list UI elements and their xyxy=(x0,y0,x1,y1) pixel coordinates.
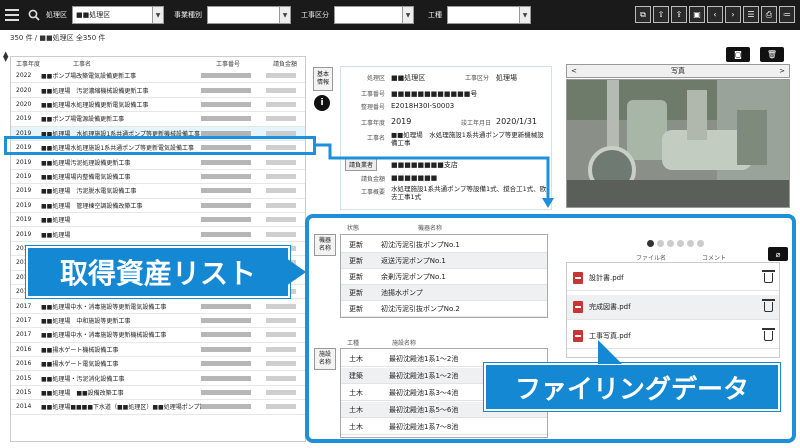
file-name[interactable]: 完成図書.pdf xyxy=(589,302,631,312)
pdf-icon xyxy=(573,330,583,342)
con-name: 最初沈殿池1系3〜4池 xyxy=(389,388,459,397)
eq-name: 池揚水ポンプ xyxy=(381,288,423,297)
eq-status: 更新 xyxy=(349,304,363,313)
eq-name: 余剰汚泥ポンプNo.1 xyxy=(381,272,446,281)
facility-name-button[interactable]: 施設 名称 xyxy=(314,348,336,370)
file-row[interactable]: 完成図書.pdf xyxy=(567,295,779,320)
equipment-list: 更新 初沈汚泥引抜ポンプNo.1 更新 返送汚泥ポンプNo.1 更新 余剰汚泥ポンプNo.… xyxy=(340,234,548,318)
photo-next-button[interactable]: > xyxy=(779,67,785,75)
eq-col-name: 機器名称 xyxy=(418,225,443,232)
pdf-icon xyxy=(573,301,583,313)
file-col-name: ファイル名 xyxy=(636,255,667,262)
attach-icon[interactable]: ⌀ xyxy=(768,247,788,261)
list-item[interactable]: 更新 初沈汚泥引抜ポンプNo.1 xyxy=(341,237,547,253)
eq-col-status: 状態 xyxy=(347,225,360,232)
list-item[interactable]: 更新 返送汚泥ポンプNo.1 xyxy=(341,253,547,269)
eq-status: 更新 xyxy=(349,288,363,297)
con-name: 最初沈殿池1系5〜6池 xyxy=(389,405,459,414)
file-row[interactable]: 設計書.pdf xyxy=(567,266,779,291)
photo-header: < 写真 > xyxy=(566,64,790,78)
file-name[interactable]: 設計書.pdf xyxy=(589,273,624,283)
eq-status: 更新 xyxy=(349,272,363,281)
eq-name: 初沈汚泥引抜ポンプNo.1 xyxy=(381,240,460,249)
con-name: 最初沈殿池1系7〜8池 xyxy=(389,422,459,431)
list-item[interactable]: 更新 初沈汚泥引抜ポンプNo.2 xyxy=(341,301,547,317)
delete-photo-icon[interactable]: 🗑 xyxy=(760,47,784,62)
photo-title: 写真 xyxy=(671,67,685,75)
camera-icon[interactable]: ◙ xyxy=(726,47,750,62)
eq-name: 初沈汚泥引抜ポンプNo.2 xyxy=(381,304,460,313)
trash-icon[interactable] xyxy=(762,328,775,341)
con-type: 土木 xyxy=(349,388,363,397)
callout-asset-list: 取得資産リスト xyxy=(26,246,290,298)
con-col-name: 施設名称 xyxy=(392,340,417,347)
trash-icon[interactable] xyxy=(762,270,775,283)
con-type: 土木 xyxy=(349,405,363,414)
callout-arrow xyxy=(598,340,622,364)
con-type: 建築 xyxy=(349,371,363,380)
con-col-type: 工種 xyxy=(347,340,360,347)
pump-photo-illustration xyxy=(567,80,789,207)
con-name: 最初沈殿池1系1〜2池 xyxy=(389,354,459,363)
trash-icon[interactable] xyxy=(762,299,775,312)
con-name: 最初沈殿池1系1〜2池 xyxy=(389,371,459,380)
photo-prev-button[interactable]: < xyxy=(571,67,577,75)
equipment-name-button[interactable]: 機器 名称 xyxy=(314,234,336,256)
callout-arrow xyxy=(286,258,306,286)
equipment-photo[interactable] xyxy=(566,79,790,208)
eq-name: 返送汚泥ポンプNo.1 xyxy=(381,256,446,265)
list-item[interactable]: 土木 最初沈殿池1系7〜8池 xyxy=(341,419,547,435)
file-col-comment: コメント xyxy=(702,255,727,262)
callout-filing-data: ファイリングデータ xyxy=(484,363,780,411)
pdf-icon xyxy=(573,272,583,284)
list-item[interactable]: 更新 余剰汚泥ポンプNo.1 xyxy=(341,269,547,285)
con-type: 土木 xyxy=(349,422,363,431)
eq-status: 更新 xyxy=(349,240,363,249)
list-item[interactable]: 更新 池揚水ポンプ xyxy=(341,285,547,301)
con-type: 土木 xyxy=(349,354,363,363)
eq-status: 更新 xyxy=(349,256,363,265)
